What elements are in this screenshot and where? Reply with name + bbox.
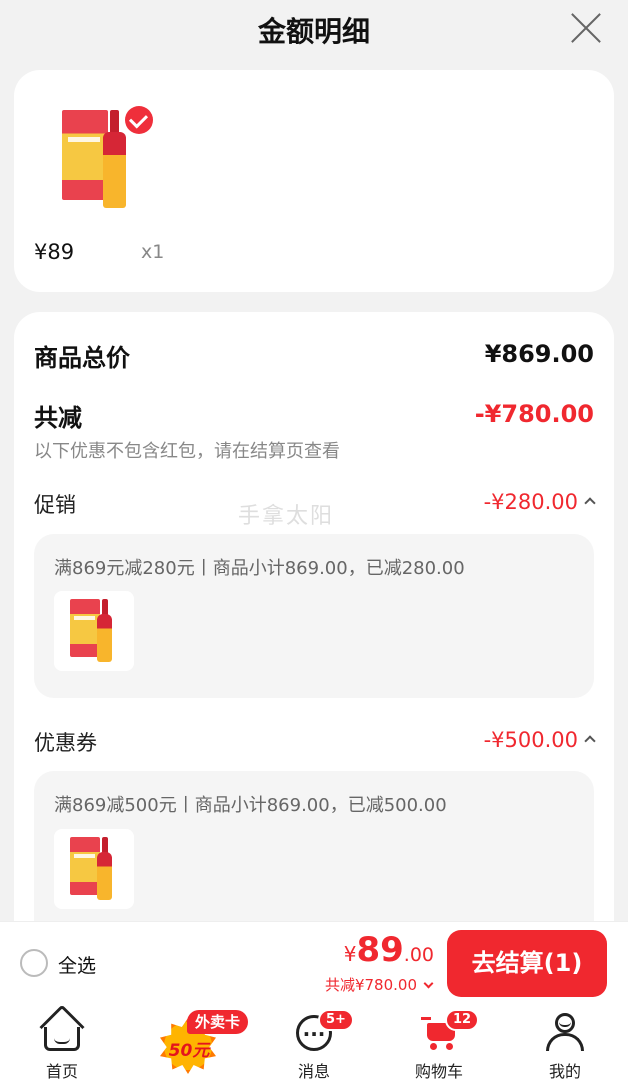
coupon-product-thumb[interactable] xyxy=(54,829,134,909)
total-decimal: .00 xyxy=(403,944,434,966)
discount-note: 以下优惠不包含红包，请在结算页查看 xyxy=(34,441,340,462)
promotion-toggle[interactable]: -¥280.00 xyxy=(483,490,596,514)
product-price: ¥89 xyxy=(34,240,75,264)
coupon-label: 优惠券 xyxy=(34,731,97,755)
discount-value: -¥780.00 xyxy=(474,400,594,428)
messages-badge: 5+ xyxy=(318,1009,354,1031)
tab-me-label: 我的 xyxy=(548,1062,581,1081)
watermark: 手拿太阳 xyxy=(238,504,335,529)
tab-cart[interactable]: 12 购物车 xyxy=(399,1005,480,1090)
checkout-total: ¥89.00 xyxy=(344,930,434,970)
chevron-down-icon xyxy=(423,978,434,989)
promotion-detail-text: 满869元减280元丨商品小计869.00，已减280.00 xyxy=(54,558,465,579)
promo-amount: 50元 xyxy=(168,1041,210,1061)
reduced-amount: 共减¥780.00 xyxy=(324,976,417,994)
coupon-value: -¥500.00 xyxy=(483,728,578,752)
chevron-up-icon xyxy=(584,497,596,509)
promotion-value: -¥280.00 xyxy=(483,490,578,514)
promo-tag[interactable]: 外卖卡 xyxy=(187,1010,249,1034)
discount-label: 共减 xyxy=(34,404,82,432)
tab-home-label: 首页 xyxy=(45,1062,78,1081)
tab-messages[interactable]: 5+ 消息 xyxy=(274,1005,354,1090)
bottom-tab-bar: 首页 5+ 消息 12 购物车 我的 xyxy=(0,1004,628,1090)
select-all-radio[interactable] xyxy=(20,949,48,977)
tab-home[interactable]: 首页 xyxy=(22,1004,102,1090)
checkout-button[interactable]: 去结算(1) xyxy=(447,930,607,997)
close-icon[interactable] xyxy=(570,12,602,44)
chevron-up-icon xyxy=(584,735,596,747)
currency-symbol: ¥ xyxy=(343,942,357,966)
tab-cart-label: 购物车 xyxy=(414,1062,463,1081)
tab-me[interactable]: 我的 xyxy=(525,1005,605,1090)
tab-messages-label: 消息 xyxy=(297,1062,330,1081)
coupon-detail-text: 满869减500元丨商品小计869.00，已减500.00 xyxy=(54,795,447,816)
total-price-value: ¥869.00 xyxy=(484,340,594,368)
coupon-toggle[interactable]: -¥500.00 xyxy=(483,728,596,752)
checkout-bar: 全选 ¥89.00 共减¥780.00 去结算(1) xyxy=(0,921,628,1005)
select-all-label[interactable]: 全选 xyxy=(58,951,96,978)
cart-badge: 12 xyxy=(445,1009,480,1031)
promotion-product-thumb[interactable] xyxy=(54,591,134,671)
promotion-label: 促销 xyxy=(34,493,76,517)
title-bar: 金额明细 xyxy=(0,0,628,58)
total-price-label: 商品总价 xyxy=(34,344,130,372)
promotion-detail-box: 满869元减280元丨商品小计869.00，已减280.00 xyxy=(34,534,594,698)
total-integer: 89 xyxy=(356,930,404,970)
product-quantity: x1 xyxy=(141,241,165,263)
selected-check-icon[interactable] xyxy=(125,106,153,134)
reduced-amount-toggle[interactable]: 共减¥780.00 xyxy=(324,974,434,995)
page-title: 金额明细 xyxy=(257,15,370,48)
